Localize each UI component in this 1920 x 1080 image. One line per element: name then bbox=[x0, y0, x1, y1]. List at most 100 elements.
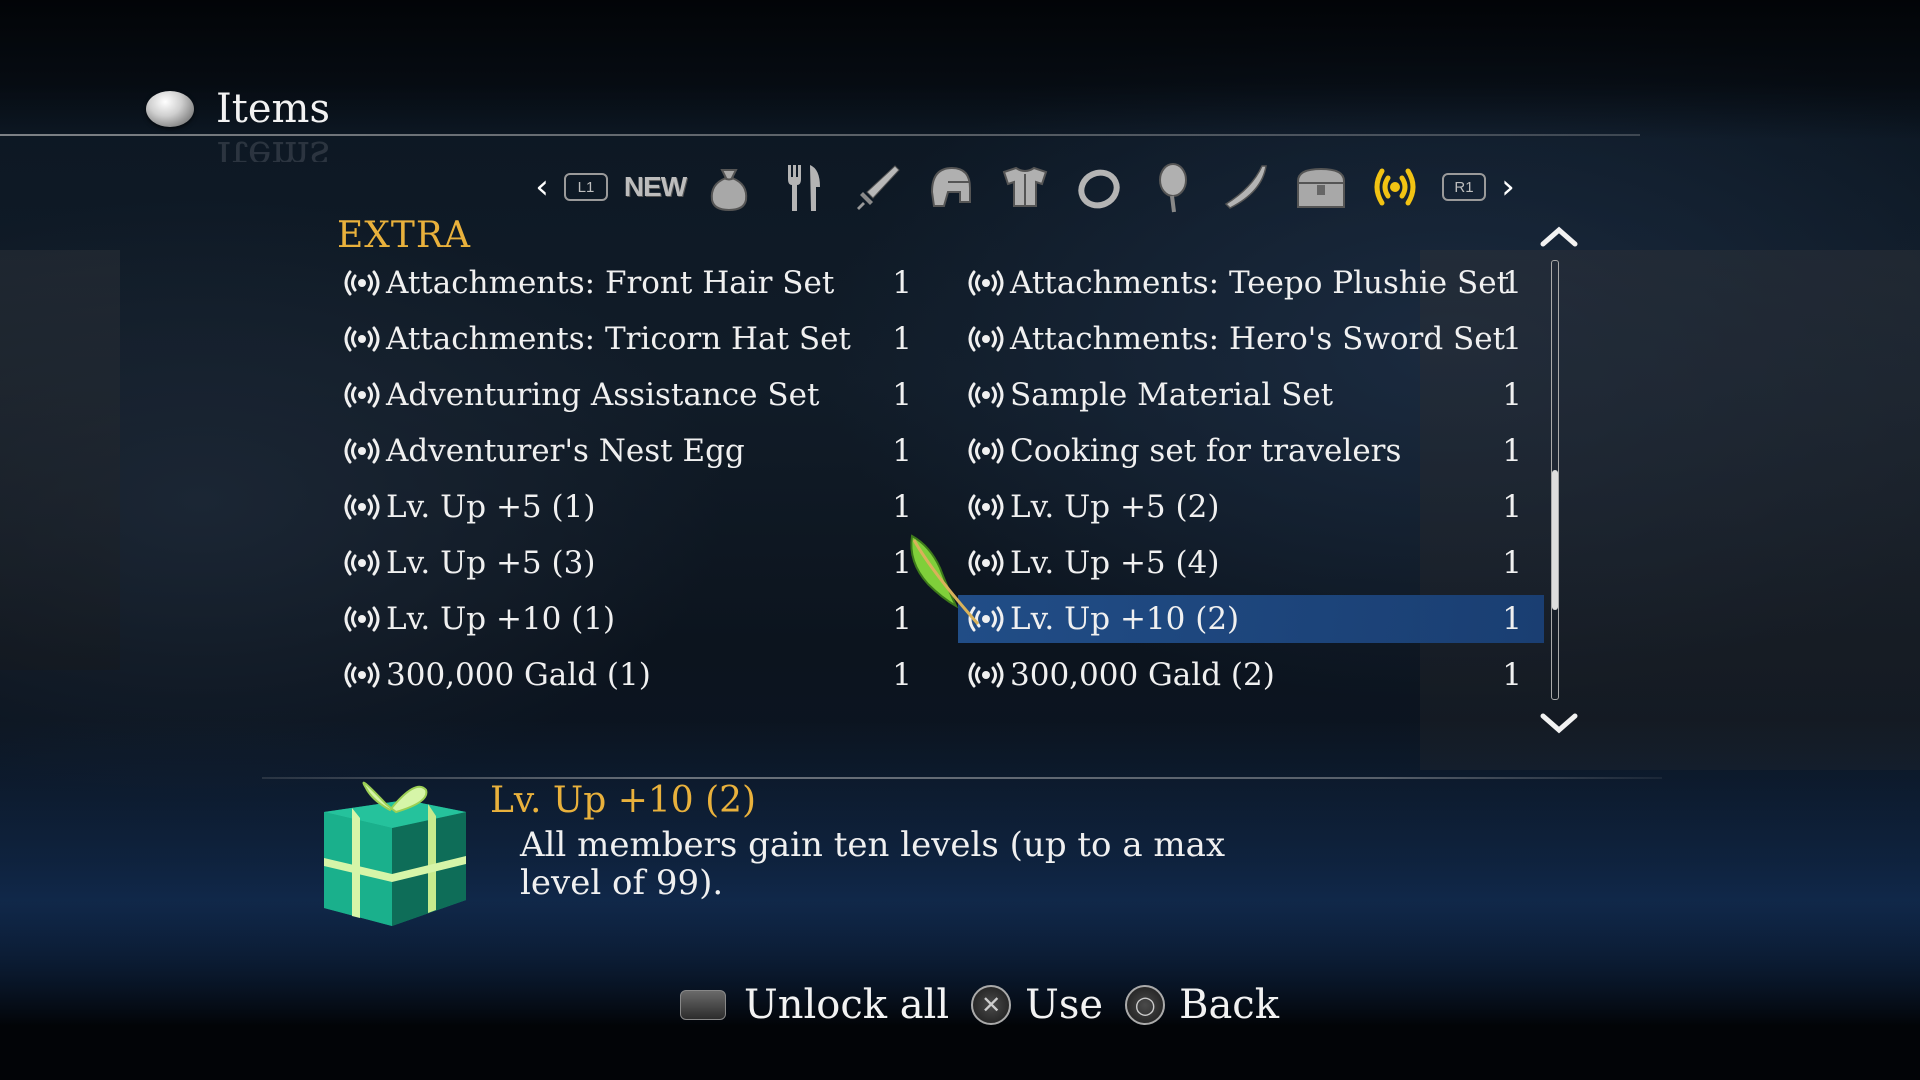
broadcast-icon bbox=[964, 324, 1008, 354]
l1-button[interactable]: L1 bbox=[564, 173, 608, 201]
tab-weapon[interactable] bbox=[840, 158, 914, 216]
item-row[interactable]: Lv. Up +10 (2) 1 bbox=[958, 595, 1544, 643]
feather-cursor-icon bbox=[910, 534, 980, 625]
pouch-icon bbox=[710, 169, 748, 212]
background-pillar bbox=[0, 250, 120, 670]
unlock-all-label[interactable]: Unlock all bbox=[744, 982, 949, 1028]
sword-icon bbox=[857, 165, 900, 210]
item-name: Lv. Up +10 (2) bbox=[1010, 601, 1240, 637]
item-quantity: 1 bbox=[1502, 657, 1522, 693]
item-row[interactable]: Sample Material Set 1 bbox=[958, 371, 1544, 419]
item-name: Adventurer's Nest Egg bbox=[386, 433, 745, 469]
broadcast-icon bbox=[1374, 168, 1416, 206]
broadcast-icon bbox=[340, 604, 384, 634]
button-prompts: Unlock all ✕ Use ○ Back bbox=[680, 980, 1279, 1030]
item-row[interactable]: Adventuring Assistance Set 1 bbox=[334, 371, 934, 419]
item-name: Lv. Up +5 (4) bbox=[1010, 545, 1220, 581]
fork-knife-icon bbox=[788, 165, 820, 211]
broadcast-icon bbox=[340, 548, 384, 578]
touchpad-button-icon[interactable] bbox=[680, 990, 726, 1020]
item-quantity: 1 bbox=[1502, 489, 1522, 525]
item-name: Cooking set for travelers bbox=[1010, 433, 1402, 469]
item-name: Attachments: Hero's Sword Set bbox=[1010, 321, 1506, 357]
menu-orb-icon bbox=[146, 91, 194, 127]
item-row[interactable]: Lv. Up +5 (4) 1 bbox=[958, 539, 1544, 587]
description-text: All members gain ten levels (up to a max… bbox=[520, 825, 1226, 903]
use-label[interactable]: Use bbox=[1025, 982, 1103, 1028]
item-row[interactable]: Lv. Up +10 (1) 1 bbox=[334, 595, 934, 643]
item-row[interactable]: Adventurer's Nest Egg 1 bbox=[334, 427, 934, 475]
broadcast-icon bbox=[964, 268, 1008, 298]
item-row[interactable]: Lv. Up +5 (3) 1 bbox=[334, 539, 934, 587]
cross-button-icon[interactable]: ✕ bbox=[971, 985, 1012, 1025]
egg-icon bbox=[1159, 163, 1187, 213]
item-quantity: 1 bbox=[892, 489, 912, 525]
tab-pouch[interactable] bbox=[692, 158, 766, 216]
item-row[interactable]: Attachments: Teepo Plushie Set 1 bbox=[958, 259, 1544, 307]
item-quantity: 1 bbox=[1502, 265, 1522, 301]
tab-armor[interactable] bbox=[988, 158, 1062, 216]
item-name: Lv. Up +10 (1) bbox=[386, 601, 616, 637]
circle-button-icon[interactable]: ○ bbox=[1125, 985, 1166, 1025]
item-name: 300,000 Gald (1) bbox=[386, 657, 651, 693]
item-name: Attachments: Teepo Plushie Set bbox=[1010, 265, 1510, 301]
title-reflection: Items bbox=[216, 140, 330, 162]
item-row[interactable]: 300,000 Gald (2) 1 bbox=[958, 651, 1544, 699]
tab-prev-arrow-icon[interactable]: ‹ bbox=[530, 167, 554, 207]
header-divider bbox=[0, 134, 1640, 136]
r1-button[interactable]: R1 bbox=[1442, 173, 1486, 201]
item-row[interactable]: Lv. Up +5 (2) 1 bbox=[958, 483, 1544, 531]
armor-icon bbox=[1002, 166, 1048, 207]
item-name: Sample Material Set bbox=[1010, 377, 1334, 413]
scroll-down-arrow-icon[interactable] bbox=[1540, 712, 1578, 734]
item-quantity: 1 bbox=[892, 657, 912, 693]
broadcast-icon bbox=[340, 660, 384, 690]
tab-extra[interactable] bbox=[1358, 158, 1432, 216]
category-tabs: ‹ L1 NEW R1 › bbox=[530, 158, 1520, 216]
item-name: Attachments: Tricorn Hat Set bbox=[386, 321, 851, 357]
broadcast-icon bbox=[340, 324, 384, 354]
item-row[interactable]: Cooking set for travelers 1 bbox=[958, 427, 1544, 475]
item-quantity: 1 bbox=[1502, 377, 1522, 413]
horn-icon bbox=[1224, 165, 1267, 209]
broadcast-icon bbox=[340, 380, 384, 410]
broadcast-icon bbox=[964, 380, 1008, 410]
item-row[interactable]: 300,000 Gald (1) 1 bbox=[334, 651, 934, 699]
tab-ring[interactable] bbox=[1062, 158, 1136, 216]
item-row[interactable]: Attachments: Front Hair Set 1 bbox=[334, 259, 934, 307]
item-row[interactable]: Lv. Up +5 (1) 1 bbox=[334, 483, 934, 531]
ring-icon bbox=[1078, 169, 1120, 209]
broadcast-icon bbox=[964, 436, 1008, 466]
broadcast-icon bbox=[964, 492, 1008, 522]
item-name: Lv. Up +5 (1) bbox=[386, 489, 596, 525]
broadcast-icon bbox=[340, 268, 384, 298]
page-title: Items bbox=[216, 86, 331, 132]
gift-box-icon bbox=[324, 781, 466, 926]
scroll-up-arrow-icon[interactable] bbox=[1540, 226, 1578, 248]
item-name: Adventuring Assistance Set bbox=[386, 377, 820, 413]
tab-next-arrow-icon[interactable]: › bbox=[1496, 167, 1520, 207]
item-quantity: 1 bbox=[892, 377, 912, 413]
scrollbar-thumb[interactable] bbox=[1552, 470, 1558, 610]
item-name: Lv. Up +5 (2) bbox=[1010, 489, 1220, 525]
tab-chest[interactable] bbox=[1284, 158, 1358, 216]
broadcast-icon bbox=[340, 436, 384, 466]
back-label[interactable]: Back bbox=[1179, 982, 1279, 1028]
tab-helmet[interactable] bbox=[914, 158, 988, 216]
item-quantity: 1 bbox=[892, 321, 912, 357]
tab-material[interactable] bbox=[1136, 158, 1210, 216]
helmet-icon bbox=[930, 166, 971, 207]
item-row[interactable]: Attachments: Hero's Sword Set 1 bbox=[958, 315, 1544, 363]
menu-title: Items bbox=[146, 86, 330, 132]
item-quantity: 1 bbox=[892, 265, 912, 301]
item-name: 300,000 Gald (2) bbox=[1010, 657, 1275, 693]
tab-food[interactable] bbox=[766, 158, 840, 216]
tab-valuable[interactable] bbox=[1210, 158, 1284, 216]
item-quantity: 1 bbox=[1502, 433, 1522, 469]
broadcast-icon bbox=[340, 492, 384, 522]
item-quantity: 1 bbox=[892, 433, 912, 469]
chest-icon bbox=[1297, 167, 1345, 208]
tab-new[interactable]: NEW bbox=[618, 158, 692, 216]
tab-new-label: NEW bbox=[623, 171, 687, 202]
item-row[interactable]: Attachments: Tricorn Hat Set 1 bbox=[334, 315, 934, 363]
